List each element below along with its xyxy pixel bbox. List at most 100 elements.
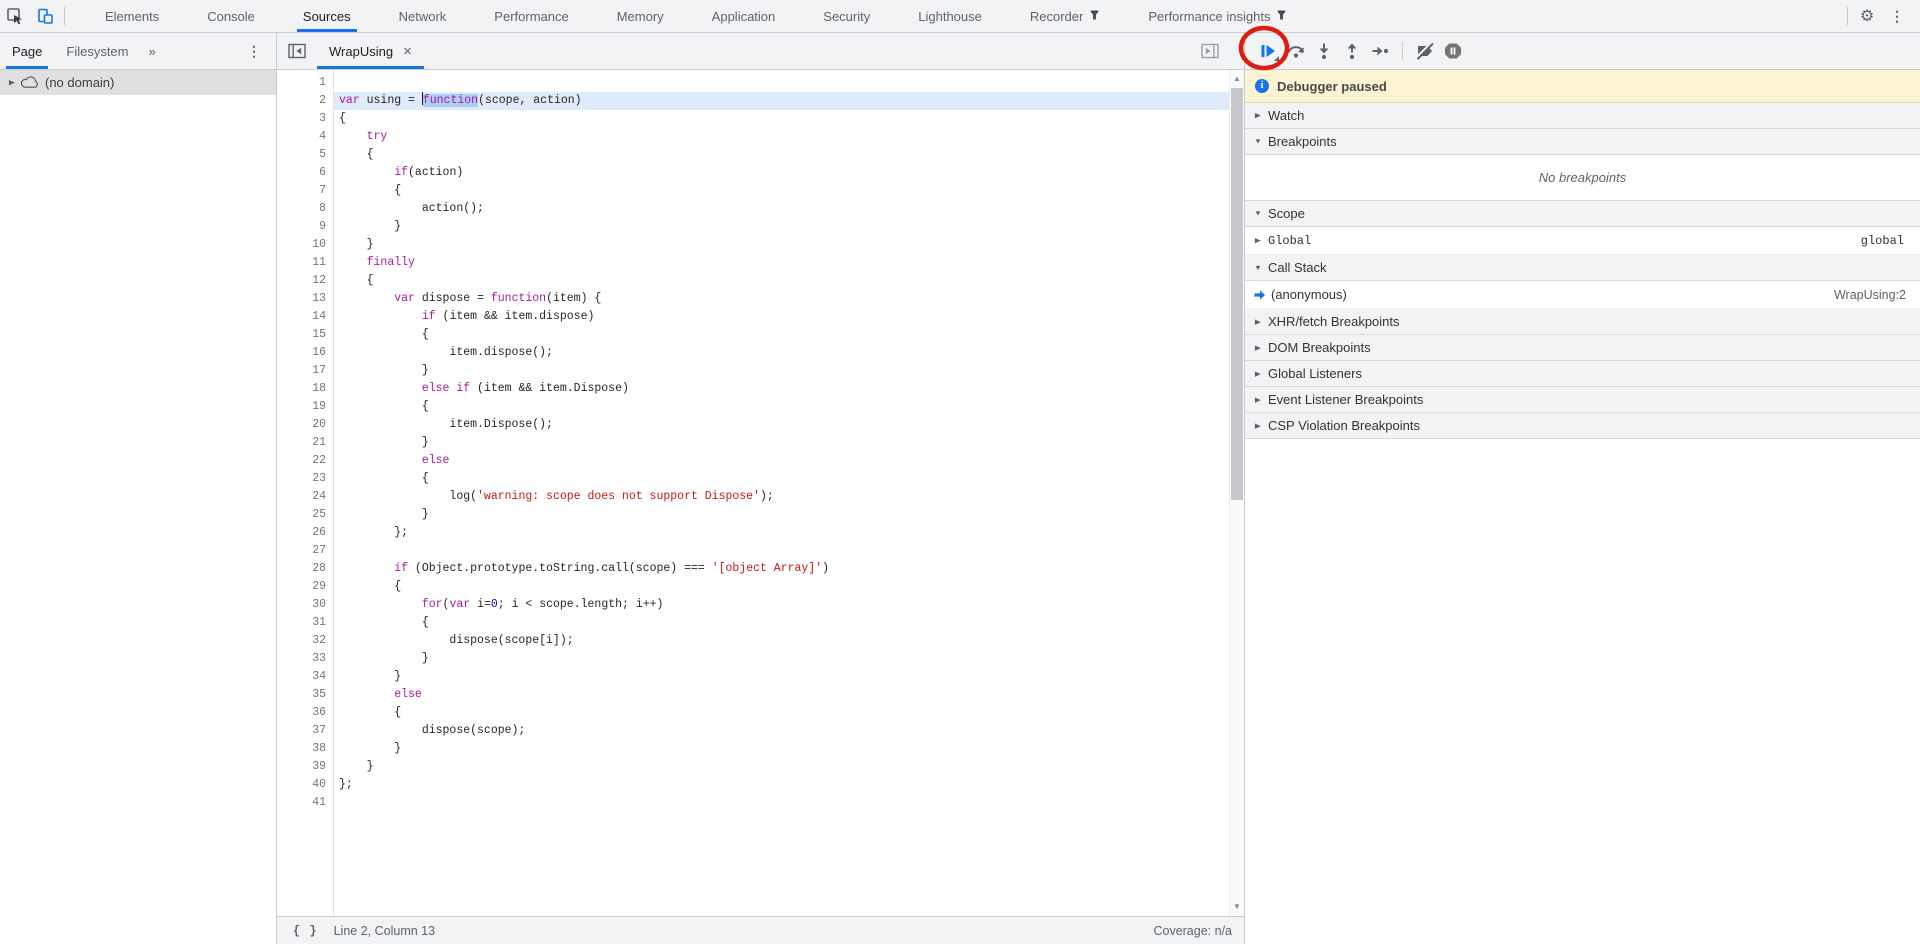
code-line-6[interactable]: if(action): [334, 164, 1229, 182]
code-line-22[interactable]: else: [334, 452, 1229, 470]
line-number[interactable]: 24: [277, 488, 333, 506]
line-number[interactable]: 21: [277, 434, 333, 452]
line-number[interactable]: 36: [277, 704, 333, 722]
line-number[interactable]: 14: [277, 308, 333, 326]
tab-console[interactable]: Console: [183, 0, 279, 32]
line-number[interactable]: 26: [277, 524, 333, 542]
line-number[interactable]: 13: [277, 290, 333, 308]
code-line-35[interactable]: else: [334, 686, 1229, 704]
code-line-3[interactable]: {: [334, 110, 1229, 128]
line-number[interactable]: 5: [277, 146, 333, 164]
code-line-33[interactable]: }: [334, 650, 1229, 668]
call-stack-frame[interactable]: (anonymous)WrapUsing:2: [1245, 281, 1920, 309]
line-number[interactable]: 33: [277, 650, 333, 668]
line-number[interactable]: 16: [277, 344, 333, 362]
section-csp-violation-breakpoints[interactable]: ▶CSP Violation Breakpoints: [1245, 413, 1920, 439]
chevron-down-icon[interactable]: ▼: [1250, 209, 1266, 217]
line-number[interactable]: 12: [277, 272, 333, 290]
code-line-18[interactable]: else if (item && item.Dispose): [334, 380, 1229, 398]
code-line-25[interactable]: }: [334, 506, 1229, 524]
navigator-overflow-chevron[interactable]: »: [141, 44, 164, 59]
code-line-32[interactable]: dispose(scope[i]);: [334, 632, 1229, 650]
tab-performance[interactable]: Performance: [470, 0, 592, 32]
chevron-down-icon[interactable]: ▼: [1250, 263, 1266, 271]
section-dom-breakpoints[interactable]: ▶DOM Breakpoints: [1245, 335, 1920, 361]
resume-icon[interactable]: [1254, 38, 1282, 64]
code-line-37[interactable]: dispose(scope);: [334, 722, 1229, 740]
line-number[interactable]: 40: [277, 776, 333, 794]
device-toolbar-icon[interactable]: [30, 0, 60, 32]
code-line-2[interactable]: var using = function(scope, action): [334, 92, 1229, 110]
step-icon[interactable]: [1366, 38, 1394, 64]
code-line-21[interactable]: }: [334, 434, 1229, 452]
show-debugger-sidebar-icon[interactable]: [1198, 39, 1222, 63]
code-line-30[interactable]: for(var i=0; i < scope.length; i++): [334, 596, 1229, 614]
tab-recorder[interactable]: Recorder: [1006, 0, 1124, 32]
line-number[interactable]: 19: [277, 398, 333, 416]
close-icon[interactable]: ×: [403, 44, 412, 59]
line-number[interactable]: 30: [277, 596, 333, 614]
chevron-right-icon[interactable]: ▶: [1250, 236, 1266, 244]
line-number[interactable]: 39: [277, 758, 333, 776]
code-line-11[interactable]: finally: [334, 254, 1229, 272]
chevron-right-icon[interactable]: ▶: [1250, 421, 1266, 429]
line-number[interactable]: 35: [277, 686, 333, 704]
source-editor[interactable]: 1234567891011121314151617181920212223242…: [277, 70, 1244, 916]
code-line-5[interactable]: {: [334, 146, 1229, 164]
code-content[interactable]: var using = function(scope, action){ try…: [334, 70, 1229, 916]
code-line-10[interactable]: }: [334, 236, 1229, 254]
code-line-20[interactable]: item.Dispose();: [334, 416, 1229, 434]
code-line-7[interactable]: {: [334, 182, 1229, 200]
tab-lighthouse[interactable]: Lighthouse: [894, 0, 1006, 32]
line-number[interactable]: 29: [277, 578, 333, 596]
line-number[interactable]: 41: [277, 794, 333, 812]
step-into-icon[interactable]: [1310, 38, 1338, 64]
code-line-24[interactable]: log('warning: scope does not support Dis…: [334, 488, 1229, 506]
line-number[interactable]: 6: [277, 164, 333, 182]
code-line-36[interactable]: {: [334, 704, 1229, 722]
editor-scrollbar[interactable]: ▲ ▼: [1229, 70, 1244, 916]
scroll-down-icon[interactable]: ▼: [1230, 898, 1244, 914]
section-scope[interactable]: ▼Scope: [1245, 201, 1920, 227]
navigator-tab-filesystem[interactable]: Filesystem: [54, 33, 140, 69]
line-number[interactable]: 37: [277, 722, 333, 740]
line-number[interactable]: 2: [277, 92, 333, 110]
line-number[interactable]: 27: [277, 542, 333, 560]
inspect-element-icon[interactable]: [0, 0, 30, 32]
line-number[interactable]: 15: [277, 326, 333, 344]
settings-gear-icon[interactable]: ⚙: [1852, 0, 1882, 32]
line-number[interactable]: 9: [277, 218, 333, 236]
chevron-down-icon[interactable]: ▼: [1250, 137, 1266, 145]
code-line-28[interactable]: if (Object.prototype.toString.call(scope…: [334, 560, 1229, 578]
step-over-icon[interactable]: [1282, 38, 1310, 64]
chevron-right-icon[interactable]: ▶: [1250, 317, 1266, 325]
line-number[interactable]: 4: [277, 128, 333, 146]
section-call-stack[interactable]: ▼Call Stack: [1245, 255, 1920, 281]
line-number[interactable]: 1: [277, 74, 333, 92]
code-line-31[interactable]: {: [334, 614, 1229, 632]
step-out-icon[interactable]: [1338, 38, 1366, 64]
line-number[interactable]: 7: [277, 182, 333, 200]
code-line-38[interactable]: }: [334, 740, 1229, 758]
line-number[interactable]: 38: [277, 740, 333, 758]
code-line-34[interactable]: }: [334, 668, 1229, 686]
line-number[interactable]: 25: [277, 506, 333, 524]
code-line-14[interactable]: if (item && item.dispose): [334, 308, 1229, 326]
section-breakpoints[interactable]: ▼Breakpoints: [1245, 129, 1920, 155]
line-number[interactable]: 11: [277, 254, 333, 272]
code-line-39[interactable]: }: [334, 758, 1229, 776]
line-number[interactable]: 8: [277, 200, 333, 218]
code-line-4[interactable]: try: [334, 128, 1229, 146]
tab-performance-insights[interactable]: Performance insights: [1124, 0, 1311, 32]
code-line-27[interactable]: [334, 542, 1229, 560]
deactivate-breakpoints-icon[interactable]: [1411, 38, 1439, 64]
chevron-right-icon[interactable]: ▶: [4, 78, 20, 86]
code-line-9[interactable]: }: [334, 218, 1229, 236]
section-xhr-fetch-breakpoints[interactable]: ▶XHR/fetch Breakpoints: [1245, 309, 1920, 335]
tab-network[interactable]: Network: [375, 0, 471, 32]
code-line-41[interactable]: [334, 794, 1229, 812]
tab-memory[interactable]: Memory: [593, 0, 688, 32]
line-number[interactable]: 18: [277, 380, 333, 398]
navigator-tab-page[interactable]: Page: [0, 33, 54, 69]
code-line-29[interactable]: {: [334, 578, 1229, 596]
